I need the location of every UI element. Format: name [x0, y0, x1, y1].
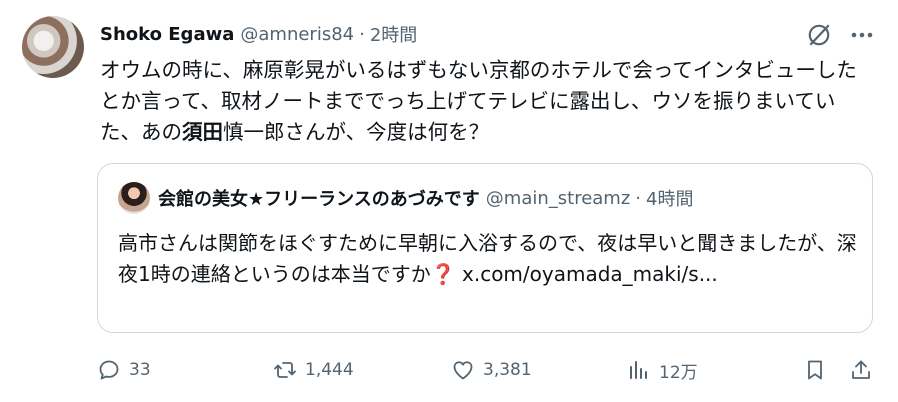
bookmark-icon	[808, 360, 822, 380]
quoted-tweet-text: 高市さんは関節をほぐすために早朝に入浴するので、夜は早いと聞きましたが、深夜1時…	[118, 228, 858, 290]
tweet-time[interactable]: 2時間	[370, 21, 417, 47]
retweet-button[interactable]: 1,444	[273, 352, 354, 388]
quoted-link[interactable]: x.com/oyamada_maki/s...	[462, 262, 718, 286]
retweet-count: 1,444	[305, 360, 354, 380]
tweet-text-bold: 須田	[182, 120, 223, 144]
tweet-header: Shoko Egawa @amneris84 · 2時間	[100, 20, 417, 48]
views-count: 12万	[659, 362, 698, 383]
action-bar: 33 1,444 3,381 12万	[97, 352, 877, 388]
quoted-separator-dot: ·	[635, 187, 642, 209]
like-count: 3,381	[483, 360, 532, 380]
quoted-tweet-card[interactable]: 会館の美女★フリーランスのあづみです @main_streamz · 4時間 高…	[97, 163, 873, 333]
views-button[interactable]: 12万	[627, 352, 698, 388]
reply-button[interactable]: 33	[97, 352, 151, 388]
quoted-tweet-time: 4時間	[646, 189, 694, 210]
quoted-author-handle: @main_streamz	[485, 187, 631, 209]
like-icon	[453, 361, 473, 380]
like-button[interactable]: 3,381	[451, 352, 532, 388]
quoted-tweet-header: 会館の美女★フリーランスのあづみです @main_streamz · 4時間	[158, 184, 693, 212]
question-emoji: ❓	[430, 262, 456, 286]
more-icon[interactable]	[848, 22, 876, 48]
reply-icon	[99, 360, 119, 380]
author-handle[interactable]: @amneris84	[240, 24, 354, 45]
author-avatar[interactable]	[22, 16, 84, 78]
reply-count: 33	[129, 360, 151, 380]
quoted-author-name: 会館の美女★フリーランスのあづみです	[158, 189, 480, 210]
author-name[interactable]: Shoko Egawa	[100, 24, 234, 45]
share-icon	[852, 360, 870, 379]
quoted-author-avatar	[118, 182, 150, 214]
separator-dot: ·	[359, 23, 365, 45]
grok-icon[interactable]	[806, 22, 832, 48]
retweet-icon	[274, 362, 296, 378]
tweet-text: オウムの時に、麻原彰晃がいるはずもない京都のホテルで会ってインタビューしたとか言…	[100, 55, 870, 148]
views-icon	[630, 361, 647, 379]
share-button[interactable]	[849, 352, 873, 388]
tweet-text-part2: 慎一郎さんが、今度は何を？	[223, 120, 490, 144]
bookmark-button[interactable]	[803, 352, 827, 388]
